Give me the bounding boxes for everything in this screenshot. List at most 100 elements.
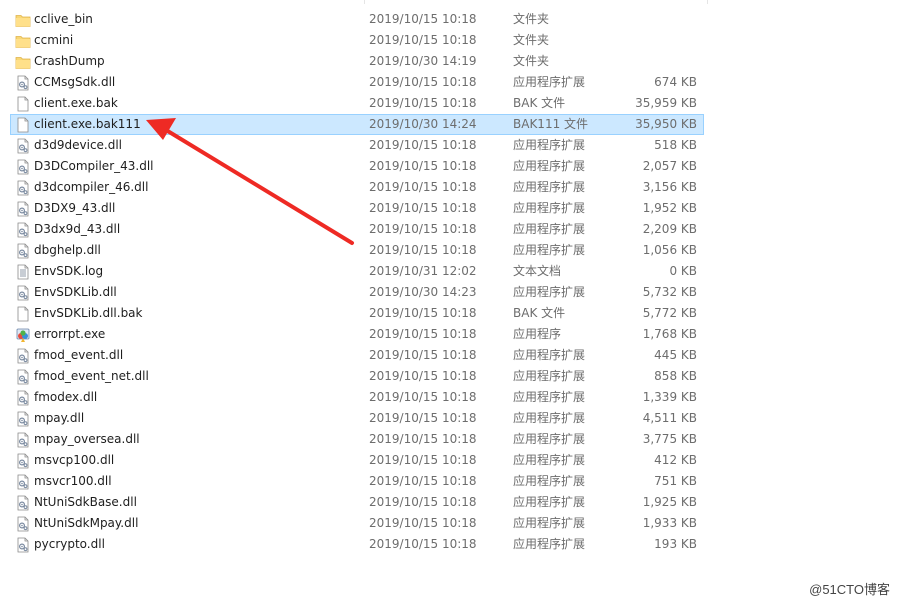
file-row[interactable]: NtUniSdkBase.dll 2019/10/15 10:18 应用程序扩展 1,… [10,492,704,513]
file-date-modified: 2019/10/30 14:19 [369,54,477,68]
file-row[interactable]: msvcp100.dll 2019/10/15 10:18 应用程序扩展 412 KB [10,450,704,471]
file-row[interactable]: D3DCompiler_43.dll 2019/10/15 10:18 应用程序扩展… [10,156,704,177]
dll-file-icon [15,516,31,532]
file-name: NtUniSdkMpay.dll [34,516,139,530]
file-date-modified: 2019/10/15 10:18 [369,243,477,257]
file-row[interactable]: NtUniSdkMpay.dll 2019/10/15 10:18 应用程序扩展 1,… [10,513,704,534]
file-type: 应用程序扩展 [513,138,586,152]
file-type: 文件夹 [513,12,550,26]
file-size: 1,339 KB [642,390,697,404]
file-row[interactable]: CrashDump 2019/10/30 14:19 文件夹 [10,51,704,72]
file-row[interactable]: CCMsgSdk.dll 2019/10/15 10:18 应用程序扩展 674 KB [10,72,704,93]
file-size: 5,732 KB [642,285,697,299]
file-type: 应用程序扩展 [513,222,586,236]
file-date-modified: 2019/10/15 10:18 [369,159,477,173]
file-type: 应用程序扩展 [513,474,586,488]
file-type: 应用程序扩展 [513,411,586,425]
file-row[interactable]: EnvSDKLib.dll 2019/10/30 14:23 应用程序扩展 5,732… [10,282,704,303]
file-type: 应用程序扩展 [513,537,586,551]
exe-file-icon [15,327,31,343]
file-size: 2,057 KB [642,159,697,173]
file-name: EnvSDKLib.dll.bak [34,306,143,320]
dll-file-icon [15,537,31,553]
dll-file-icon [15,180,31,196]
file-date-modified: 2019/10/15 10:18 [369,537,477,551]
file-type: BAK111 文件 [513,117,589,131]
file-type: 应用程序扩展 [513,516,586,530]
file-row[interactable]: dbghelp.dll 2019/10/15 10:18 应用程序扩展 1,056 K… [10,240,704,261]
column-divider-date[interactable] [364,0,365,4]
file-row[interactable]: D3dx9d_43.dll 2019/10/15 10:18 应用程序扩展 2,209… [10,219,704,240]
file-type: 应用程序扩展 [513,390,586,404]
file-row[interactable]: d3d9device.dll 2019/10/15 10:18 应用程序扩展 518 … [10,135,704,156]
file-row[interactable]: fmod_event.dll 2019/10/15 10:18 应用程序扩展 445 … [10,345,704,366]
file-row[interactable]: errorrpt.exe 2019/10/15 10:18 应用程序 1,768 KB [10,324,704,345]
file-date-modified: 2019/10/15 10:18 [369,516,477,530]
file-size: 751 KB [654,474,697,488]
file-row[interactable]: msvcr100.dll 2019/10/15 10:18 应用程序扩展 751 KB [10,471,704,492]
file-row[interactable]: cclive_bin 2019/10/15 10:18 文件夹 [10,9,704,30]
dll-file-icon [15,222,31,238]
file-name: mpay.dll [34,411,85,425]
dll-file-icon [15,369,31,385]
file-name: msvcp100.dll [34,453,115,467]
file-name: D3dx9d_43.dll [34,222,121,236]
file-list: cclive_bin 2019/10/15 10:18 文件夹 ccmini 2019/… [10,9,704,555]
file-size: 3,775 KB [642,432,697,446]
file-name: CCMsgSdk.dll [34,75,116,89]
dll-file-icon [15,411,31,427]
dll-file-icon [15,453,31,469]
file-name: CrashDump [34,54,105,68]
file-type: 文件夹 [513,54,550,68]
file-size: 1,768 KB [642,327,697,341]
file-row[interactable]: EnvSDK.log 2019/10/31 12:02 文本文档 0 KB [10,261,704,282]
file-type: BAK 文件 [513,306,566,320]
file-date-modified: 2019/10/15 10:18 [369,96,477,110]
dll-file-icon [15,285,31,301]
file-type: 应用程序扩展 [513,285,586,299]
file-row[interactable]: fmod_event_net.dll 2019/10/15 10:18 应用程序扩展… [10,366,704,387]
file-row[interactable]: d3dcompiler_46.dll 2019/10/15 10:18 应用程序扩展… [10,177,704,198]
file-size: 0 KB [669,264,697,278]
file-row[interactable]: pycrypto.dll 2019/10/15 10:18 应用程序扩展 193 KB [10,534,704,555]
file-size: 674 KB [654,75,697,89]
file-type: 应用程序扩展 [513,201,586,215]
file-row[interactable]: client.exe.bak 2019/10/15 10:18 BAK 文件 35,9… [10,93,704,114]
file-size: 35,950 KB [635,117,697,131]
dll-file-icon [15,432,31,448]
file-name: EnvSDK.log [34,264,104,278]
file-date-modified: 2019/10/15 10:18 [369,180,477,194]
file-type: 应用程序扩展 [513,348,586,362]
file-name: fmod_event_net.dll [34,369,149,383]
file-size: 1,952 KB [642,201,697,215]
dll-file-icon [15,138,31,154]
folder-icon [15,54,31,70]
file-size: 3,156 KB [642,180,697,194]
file-date-modified: 2019/10/15 10:18 [369,327,477,341]
file-name: mpay_oversea.dll [34,432,140,446]
file-row[interactable]: mpay_oversea.dll 2019/10/15 10:18 应用程序扩展 3,… [10,429,704,450]
file-date-modified: 2019/10/30 14:23 [369,285,477,299]
file-name: d3dcompiler_46.dll [34,180,149,194]
dll-file-icon [15,159,31,175]
file-date-modified: 2019/10/15 10:18 [369,75,477,89]
file-row[interactable]: D3DX9_43.dll 2019/10/15 10:18 应用程序扩展 1,952 … [10,198,704,219]
file-size: 35,959 KB [635,96,697,110]
file-size: 1,933 KB [642,516,697,530]
file-row[interactable]: ccmini 2019/10/15 10:18 文件夹 [10,30,704,51]
file-name: ccmini [34,33,74,47]
file-date-modified: 2019/10/15 10:18 [369,222,477,236]
blank-file-icon [15,117,31,133]
file-date-modified: 2019/10/15 10:18 [369,348,477,362]
folder-icon [15,12,31,28]
file-size: 193 KB [654,537,697,551]
file-name: D3DCompiler_43.dll [34,159,154,173]
file-row[interactable]: EnvSDKLib.dll.bak 2019/10/15 10:18 BAK 文件 5… [10,303,704,324]
file-row[interactable]: client.exe.bak111 2019/10/30 14:24 BAK111 … [10,114,704,135]
file-name: errorrpt.exe [34,327,106,341]
file-size: 2,209 KB [642,222,697,236]
file-name: fmod_event.dll [34,348,124,362]
column-divider-size[interactable] [707,0,708,4]
file-row[interactable]: fmodex.dll 2019/10/15 10:18 应用程序扩展 1,339 KB [10,387,704,408]
file-row[interactable]: mpay.dll 2019/10/15 10:18 应用程序扩展 4,511 KB [10,408,704,429]
